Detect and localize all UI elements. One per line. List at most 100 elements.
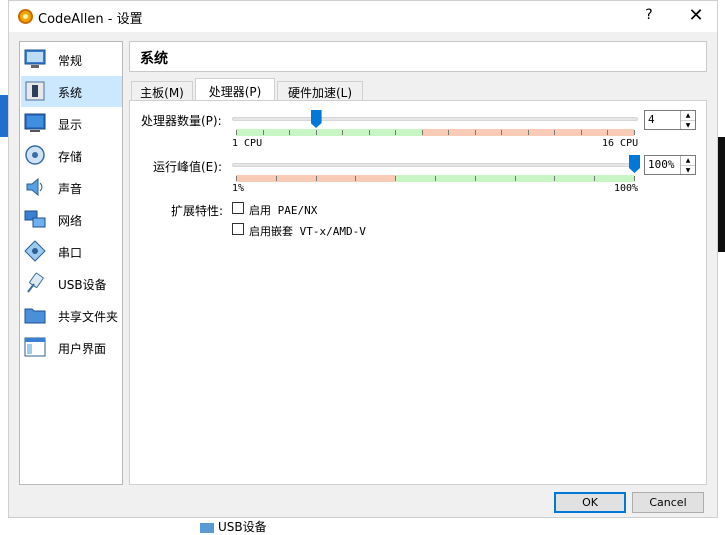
- cpu-count-value: 4: [648, 113, 655, 126]
- page-title: 系统: [140, 51, 168, 67]
- usb-icon: [200, 522, 214, 533]
- slider-tick: [368, 130, 370, 135]
- nested-vtx-checkbox[interactable]: [232, 223, 244, 235]
- increment-arrow-icon[interactable]: ▲: [681, 156, 695, 165]
- cpu-count-spinbox[interactable]: 4 ▲ ▼: [644, 110, 696, 130]
- app-gear-icon: [18, 9, 33, 24]
- sidebar-item-label: USB设备: [58, 278, 107, 292]
- sidebar-item-usb[interactable]: USB设备: [21, 268, 122, 299]
- tab-acceleration[interactable]: 硬件加速(L): [277, 81, 363, 101]
- pae-checkbox[interactable]: [232, 202, 244, 214]
- cpu-count-slider-track[interactable]: [232, 117, 638, 121]
- exec-cap-spinbox[interactable]: 100% ▲ ▼: [644, 155, 696, 175]
- disk-icon: [25, 145, 45, 165]
- sidebar-item-display[interactable]: 显示: [21, 108, 122, 139]
- sidebar-item-label: 共享文件夹: [58, 310, 119, 324]
- processor-panel: 处理器数量(P): 1 CPU 16 CPU 4 ▲ ▼ 运行峰值(E): 1%…: [129, 100, 707, 485]
- sidebar-item-user-interface[interactable]: 用户界面: [21, 332, 122, 363]
- extended-features-label: 扩展特性:: [171, 204, 224, 218]
- pae-label[interactable]: 启用 PAE/NX: [249, 202, 317, 218]
- slider-tick: [395, 176, 397, 181]
- slider-tick: [342, 130, 344, 135]
- sidebar-item-label: 存储: [58, 150, 83, 164]
- page-header: 系统: [129, 41, 707, 72]
- serial-port-icon: [24, 240, 46, 262]
- close-button[interactable]: ✕: [685, 5, 707, 27]
- slider-tick: [435, 176, 436, 181]
- ok-button[interactable]: OK: [554, 492, 626, 513]
- decrement-arrow-icon[interactable]: ▼: [681, 165, 695, 175]
- slider-tick: [554, 176, 556, 181]
- slider-tick: [594, 176, 596, 181]
- slider-tick: [474, 176, 476, 181]
- sidebar-item-label: 网络: [58, 214, 83, 228]
- slider-tick: [448, 130, 450, 135]
- slider-tick: [289, 130, 291, 135]
- slider-tick: [580, 130, 582, 135]
- sidebar-item-network[interactable]: 网络: [21, 204, 122, 235]
- decrement-arrow-icon[interactable]: ▼: [681, 120, 695, 130]
- window-title: CodeAllen - 设置: [38, 12, 143, 27]
- slider-tick: [315, 130, 317, 135]
- sidebar-item-label: 系统: [58, 86, 83, 100]
- slider-tick: [514, 176, 516, 181]
- exec-cap-slider-thumb[interactable]: [629, 155, 640, 173]
- sidebar-item-system[interactable]: 系统: [21, 76, 122, 107]
- speaker-icon: [26, 177, 43, 197]
- title-bar: CodeAllen - 设置 ? ✕: [9, 1, 717, 32]
- cancel-button[interactable]: Cancel: [632, 492, 704, 513]
- sidebar-item-label: 串口: [58, 246, 83, 260]
- slider-tick: [527, 130, 529, 135]
- sidebar-item-general[interactable]: 常规: [21, 44, 122, 75]
- slider-tick: [236, 130, 237, 135]
- background-window-edge-right: A: [717, 137, 725, 340]
- sidebar-item-label: 用户界面: [58, 342, 107, 356]
- usb-icon: [27, 272, 44, 293]
- display-icon: [24, 113, 46, 132]
- settings-sidebar: 常规 系统 显示 存储 声音 网络 串口 USB设备 共享文件夹 用户界面: [19, 41, 123, 485]
- slider-tick: [474, 130, 476, 135]
- tab-motherboard[interactable]: 主板(M): [131, 81, 193, 101]
- monitor-icon: [24, 49, 46, 68]
- sidebar-item-shared-folders[interactable]: 共享文件夹: [21, 300, 122, 331]
- tab-processor[interactable]: 处理器(P): [195, 78, 275, 101]
- exec-cap-slider-track[interactable]: [232, 163, 638, 167]
- folder-icon: [24, 308, 46, 324]
- chip-icon: [25, 81, 45, 101]
- cpu-min-label: 1 CPU: [232, 138, 263, 149]
- cap-min-label: 1%: [232, 183, 245, 194]
- sidebar-item-storage[interactable]: 存储: [21, 140, 122, 171]
- spin-buttons: ▲ ▼: [680, 156, 695, 174]
- sidebar-item-audio[interactable]: 声音: [21, 172, 122, 203]
- sidebar-item-label: 显示: [58, 118, 83, 132]
- sidebar-item-label: 常规: [58, 54, 83, 68]
- slider-tick: [355, 176, 357, 181]
- slider-tick: [236, 176, 237, 181]
- slider-tick: [421, 130, 423, 135]
- cap-max-label: 100%: [614, 183, 639, 194]
- nested-vtx-label[interactable]: 启用嵌套 VT-x/AMD-V: [249, 223, 366, 239]
- increment-arrow-icon[interactable]: ▲: [681, 111, 695, 120]
- exec-cap-value: 100%: [648, 158, 675, 171]
- spin-buttons: ▲ ▼: [680, 111, 695, 129]
- sidebar-item-serial[interactable]: 串口: [21, 236, 122, 267]
- slider-tick: [262, 130, 264, 135]
- cpu-max-label: 16 CPU: [602, 138, 639, 149]
- exec-cap-label: 运行峰值(E):: [153, 160, 222, 174]
- cpu-range-green: [236, 129, 422, 136]
- settings-dialog: CodeAllen - 设置 ? ✕ 常规 系统 显示 存储 声音 网络 串口 …: [8, 0, 718, 518]
- slider-tick: [634, 176, 635, 181]
- help-button[interactable]: ?: [639, 7, 659, 27]
- slider-tick: [634, 130, 635, 135]
- slider-tick: [501, 130, 503, 135]
- background-text: USB设备: [200, 518, 320, 534]
- network-icon: [24, 210, 46, 228]
- slider-tick: [395, 130, 397, 135]
- slider-tick: [607, 130, 609, 135]
- background-char: A: [717, 327, 725, 340]
- slider-tick: [275, 176, 277, 181]
- slider-tick: [554, 130, 556, 135]
- sidebar-item-label: 声音: [58, 182, 83, 196]
- cpu-count-slider-thumb[interactable]: [310, 110, 322, 128]
- cpu-count-label: 处理器数量(P):: [141, 114, 222, 128]
